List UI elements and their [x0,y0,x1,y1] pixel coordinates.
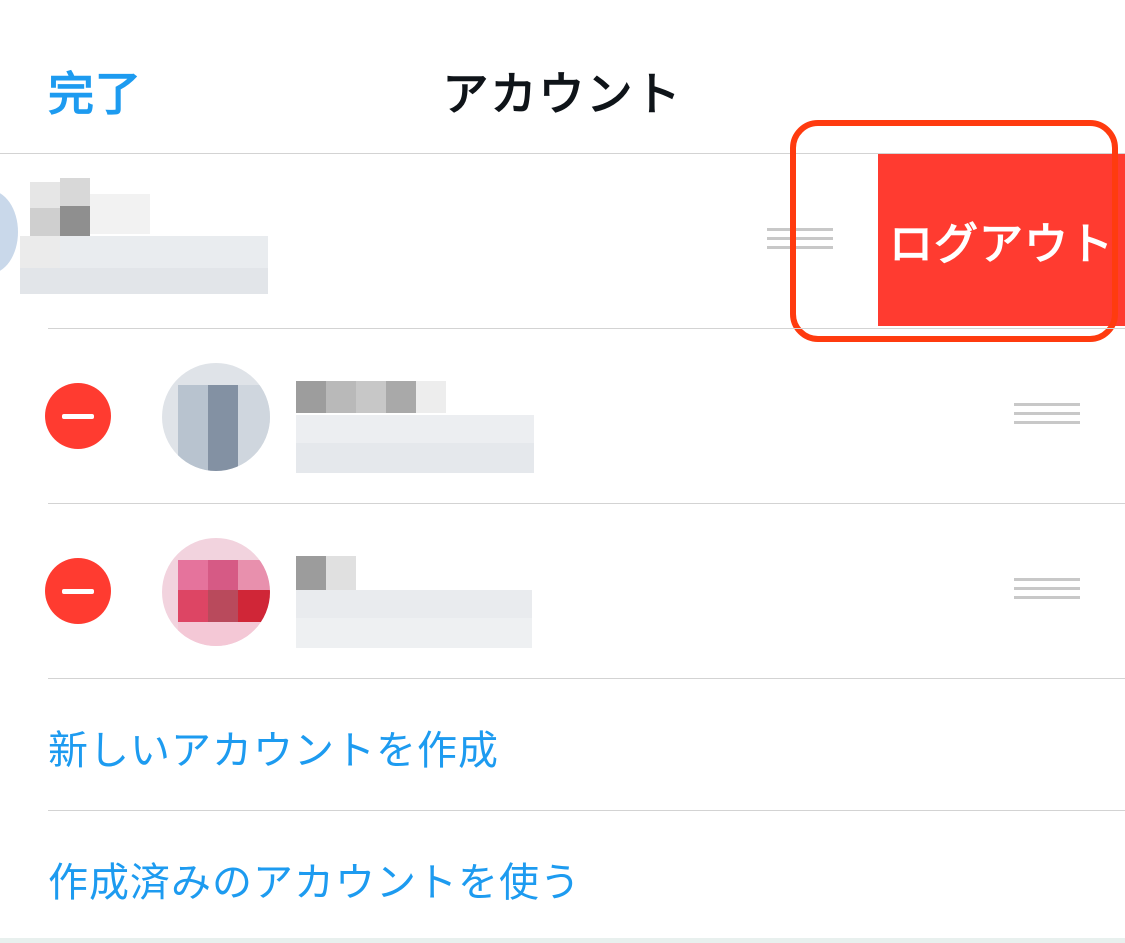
row-divider [48,678,1125,679]
account-avatar [162,538,270,646]
use-existing-account-link[interactable]: 作成済みのアカウントを使う [48,850,581,908]
create-new-account-link[interactable]: 新しいアカウントを作成 [48,718,499,776]
remove-account-icon[interactable] [45,383,111,449]
row-divider [48,810,1125,811]
remove-account-icon[interactable] [45,558,111,624]
account-row-3[interactable] [0,504,1125,678]
account-avatar [162,363,270,471]
account-row-2[interactable] [0,329,1125,503]
reorder-handle-icon[interactable] [1014,578,1080,600]
highlight-annotation [790,120,1118,342]
bottom-edge [0,938,1125,943]
account-avatar [0,190,18,274]
reorder-handle-icon[interactable] [1014,403,1080,425]
page-title: アカウント [442,67,683,121]
